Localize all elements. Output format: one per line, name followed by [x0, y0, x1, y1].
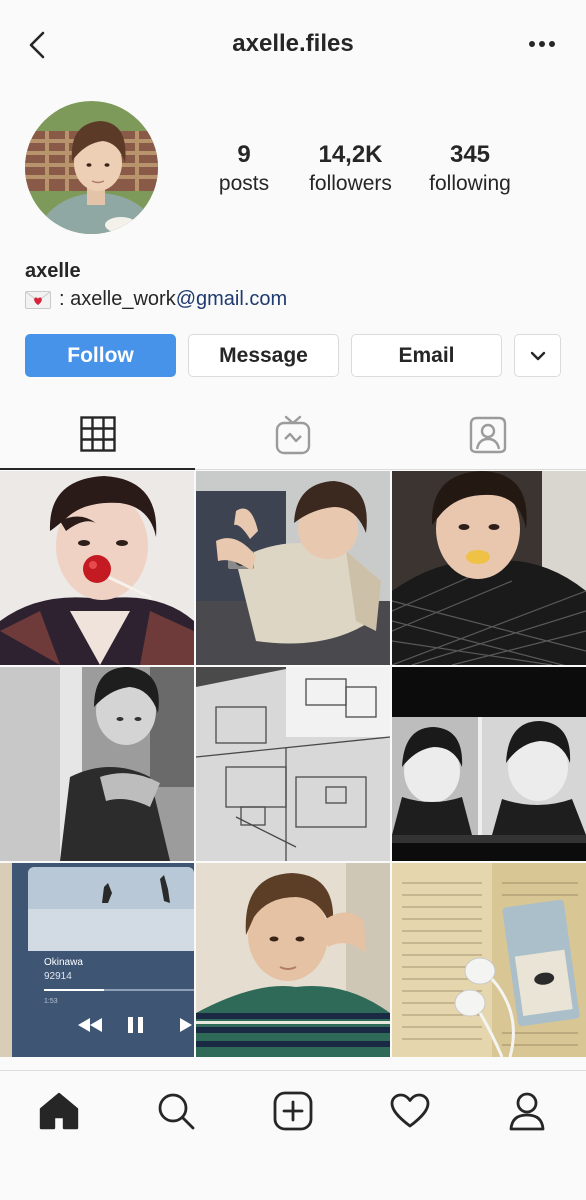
profile-icon [509, 1092, 545, 1131]
more-horizontal-icon [529, 41, 555, 47]
post-image [196, 863, 390, 1057]
post-thumbnail[interactable]: Okinawa 92914 1:53 [0, 863, 194, 1057]
profile-stats: 9 posts 14,2K followers 345 following [200, 140, 545, 198]
nav-profile[interactable] [505, 1089, 549, 1133]
post-image: Okinawa 92914 1:53 [0, 863, 194, 1057]
following-count[interactable]: 345 following [415, 140, 525, 198]
grid-icon [79, 416, 116, 452]
bottom-navigation [0, 1070, 586, 1200]
tab-tagged[interactable] [390, 400, 585, 470]
post-thumbnail[interactable] [392, 667, 586, 861]
profile-bio: : axelle_work @gmail.com [25, 288, 287, 311]
post-thumbnail[interactable] [0, 471, 194, 665]
more-options-button[interactable] [528, 30, 556, 58]
suggested-accounts-button[interactable] [514, 334, 561, 377]
post-image [196, 667, 390, 861]
tab-grid[interactable] [0, 400, 195, 470]
player-track-title: Okinawa [44, 957, 83, 968]
follow-button[interactable]: Follow [25, 334, 176, 377]
tab-igtv[interactable] [195, 400, 390, 470]
add-post-icon [273, 1091, 313, 1131]
heart-icon [390, 1093, 430, 1128]
post-image [392, 863, 586, 1057]
profile-username-title: axelle.files [232, 30, 354, 57]
posts-count-label: posts [218, 172, 270, 195]
post-image [392, 667, 586, 861]
followers-count-value: 14,2K [318, 141, 383, 168]
bio-email-link[interactable]: @gmail.com [176, 288, 287, 311]
top-bar: axelle.files [0, 0, 586, 90]
home-icon [39, 1092, 79, 1130]
post-thumbnail[interactable] [392, 863, 586, 1057]
post-image [392, 471, 586, 665]
nav-search[interactable] [154, 1089, 198, 1133]
nav-new-post[interactable] [271, 1089, 315, 1133]
posts-count[interactable]: 9 posts [200, 140, 288, 198]
message-button[interactable]: Message [188, 334, 339, 377]
profile-tabs [0, 400, 586, 470]
player-artist: 92914 [44, 971, 72, 982]
post-image [196, 471, 390, 665]
profile-avatar[interactable] [25, 101, 158, 234]
bio-text: : axelle_work [59, 288, 176, 310]
post-thumbnail[interactable] [196, 863, 390, 1057]
love-letter-icon [25, 290, 51, 309]
post-thumbnail[interactable] [196, 667, 390, 861]
post-thumbnail[interactable] [196, 471, 390, 665]
following-count-value: 345 [449, 141, 491, 168]
followers-count[interactable]: 14,2K followers [288, 140, 413, 198]
search-icon [158, 1093, 195, 1130]
avatar-image [25, 101, 158, 234]
chevron-down-icon [530, 351, 545, 360]
posts-grid: Okinawa 92914 1:53 [0, 471, 586, 1057]
posts-count-value: 9 [237, 141, 251, 168]
post-image [0, 471, 194, 665]
email-button[interactable]: Email [351, 334, 502, 377]
nav-home[interactable] [37, 1089, 81, 1133]
tagged-icon [469, 416, 506, 454]
following-count-label: following [429, 172, 511, 195]
profile-display-name: axelle [25, 260, 81, 282]
post-image [0, 667, 194, 861]
post-thumbnail[interactable] [392, 471, 586, 665]
profile-actions: Follow Message Email [25, 334, 561, 377]
igtv-icon [275, 415, 310, 455]
post-thumbnail[interactable] [0, 667, 194, 861]
followers-count-label: followers [309, 172, 392, 195]
nav-activity[interactable] [388, 1089, 432, 1133]
player-elapsed-time: 1:53 [44, 998, 58, 1005]
